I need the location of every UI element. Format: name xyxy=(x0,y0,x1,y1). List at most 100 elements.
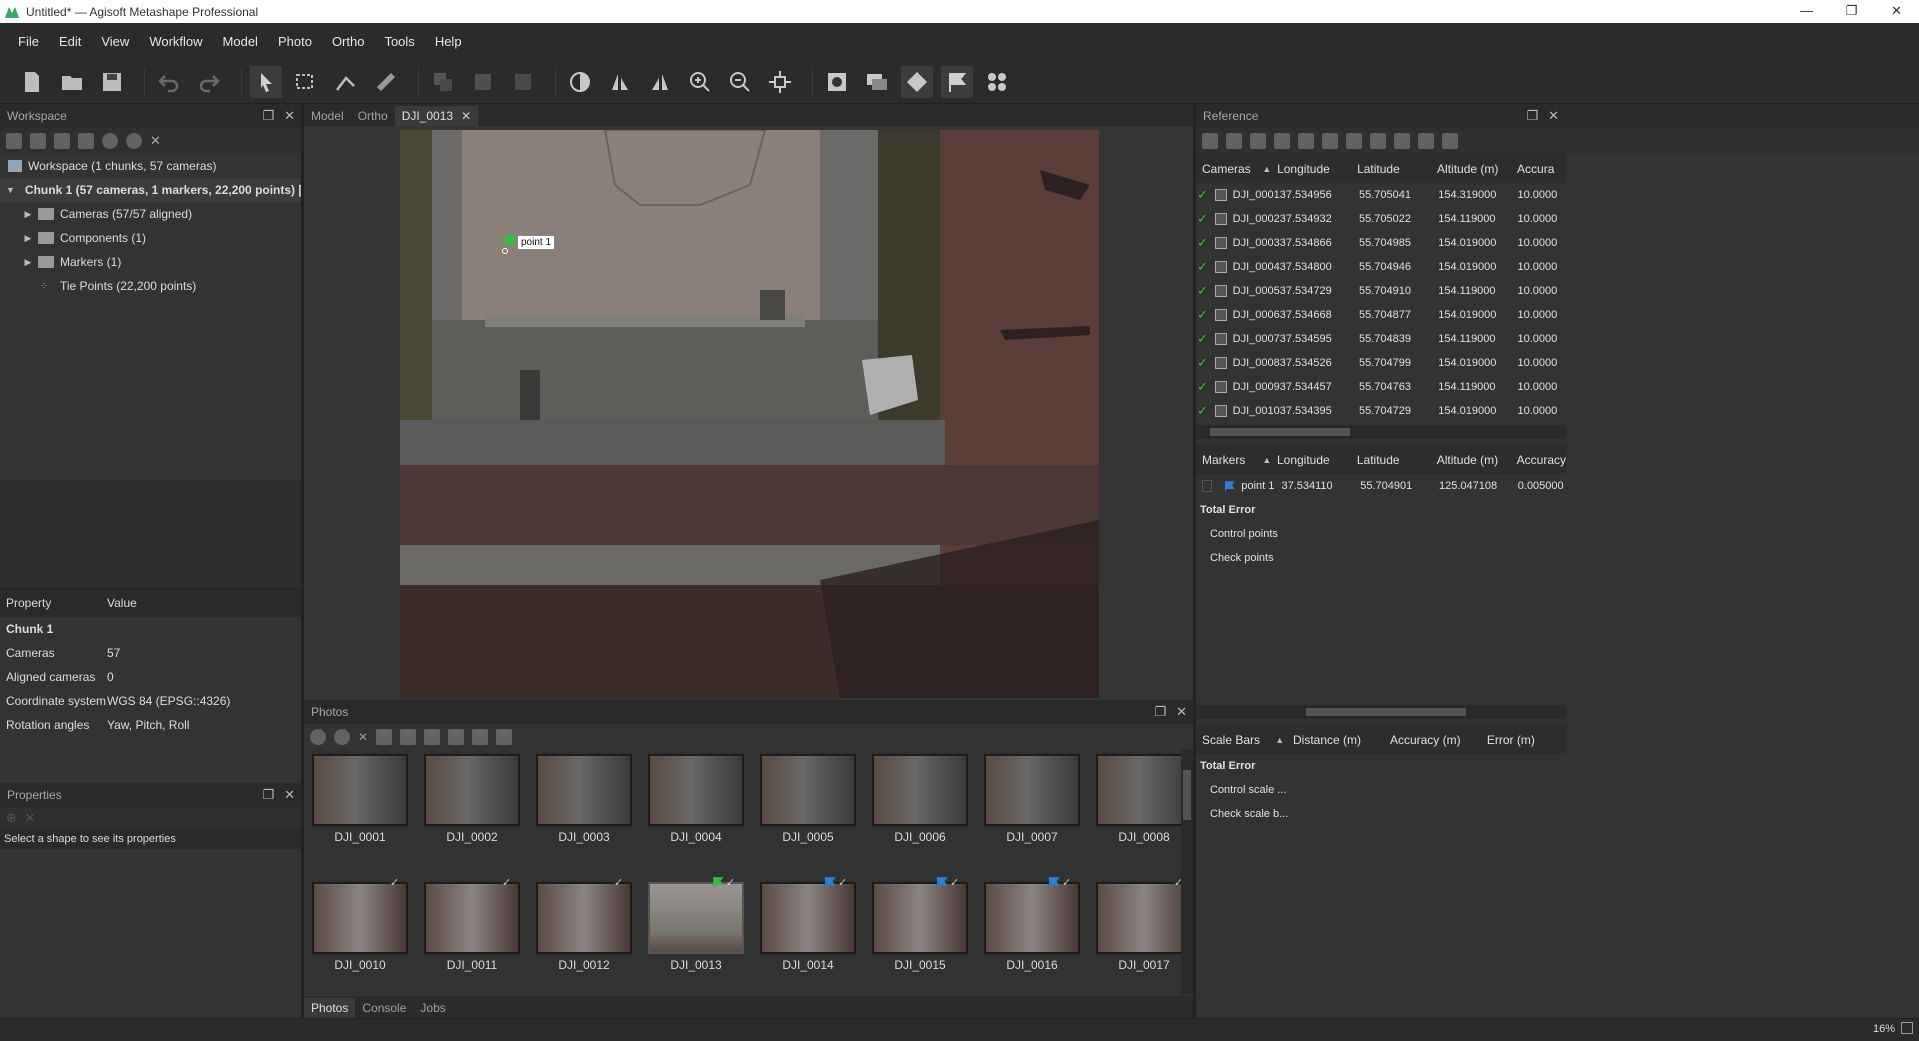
photo-thumbnail[interactable] xyxy=(760,754,856,826)
show-tie-points-icon[interactable] xyxy=(901,65,933,98)
reference-settings-icon[interactable] xyxy=(1442,133,1458,149)
show-shapes-icon[interactable] xyxy=(861,66,893,98)
view-variance-icon[interactable] xyxy=(1418,133,1434,149)
close-panel-icon[interactable]: ✕ xyxy=(1548,108,1559,124)
camera-row[interactable]: ✓ DJI_0002 37.534932 55.705022 154.119000 10.… xyxy=(1196,207,1566,231)
photo-thumbnail[interactable] xyxy=(648,882,744,954)
check-icon[interactable]: ✓ xyxy=(1196,355,1209,371)
camera-row[interactable]: ✓ DJI_0007 37.534595 55.704839 154.119000 10.… xyxy=(1196,327,1566,351)
rectangle-selection-icon[interactable] xyxy=(290,66,322,98)
menu-view[interactable]: View xyxy=(91,34,139,49)
col-latitude[interactable]: Latitude xyxy=(1357,162,1437,176)
camera-row[interactable]: ✓ DJI_0004 37.534800 55.704946 154.019000 10.… xyxy=(1196,255,1566,279)
photo-thumbnail[interactable] xyxy=(872,882,968,954)
redo-icon[interactable] xyxy=(193,66,225,98)
check-icon[interactable]: ✓ xyxy=(1196,379,1209,395)
col-distance[interactable]: Distance (m) xyxy=(1293,733,1390,747)
convert-reference-icon[interactable] xyxy=(1274,133,1290,149)
menu-ortho[interactable]: Ortho xyxy=(322,34,375,49)
menu-edit[interactable]: Edit xyxy=(49,34,91,49)
marker-row[interactable]: point 1 37.534110 55.704901 125.047108 0… xyxy=(1196,474,1566,498)
photo-thumbnail[interactable] xyxy=(424,882,520,954)
check-icon[interactable]: ✓ xyxy=(1196,259,1209,275)
enable-camera-icon[interactable] xyxy=(310,729,326,745)
thumbnail-size-icon[interactable] xyxy=(496,729,513,745)
tab-model[interactable]: Model xyxy=(304,106,351,126)
float-panel-icon[interactable]: ❐ xyxy=(1154,704,1166,720)
rotate-right-icon[interactable] xyxy=(644,66,676,98)
masks-icon[interactable] xyxy=(448,729,465,745)
close-tab-icon[interactable]: ✕ xyxy=(461,109,471,123)
tree-workspace-root[interactable]: Workspace (1 chunks, 57 cameras) xyxy=(0,154,301,178)
show-masks-icon[interactable] xyxy=(821,66,853,98)
menu-file[interactable]: File xyxy=(8,34,49,49)
check-icon[interactable]: ✓ xyxy=(1196,307,1209,323)
cameras-hscrollbar[interactable] xyxy=(1196,425,1566,439)
photo-thumbnail[interactable] xyxy=(424,754,520,826)
remove-shape-icon[interactable]: ✕ xyxy=(25,811,35,825)
delete-selection-icon[interactable] xyxy=(427,66,459,98)
photos-scrollbar-thumb[interactable] xyxy=(1183,770,1191,820)
disable-icon[interactable] xyxy=(126,133,142,149)
rotate-left-icon[interactable] xyxy=(376,729,393,745)
col-accuracy[interactable]: Accura xyxy=(1517,162,1566,176)
check-icon[interactable]: ✓ xyxy=(1196,403,1209,419)
open-folder-icon[interactable] xyxy=(56,66,88,98)
tab-ortho[interactable]: Ortho xyxy=(351,106,395,126)
navigation-arrow-icon[interactable] xyxy=(250,65,282,98)
sort-asc-icon[interactable]: ▲ xyxy=(1262,455,1277,465)
marker-checkbox[interactable] xyxy=(1202,480,1213,492)
markers-hscrollbar[interactable] xyxy=(1196,705,1566,719)
invert-selection-icon[interactable] xyxy=(507,66,539,98)
photo-thumbnail[interactable] xyxy=(312,882,408,954)
sort-asc-icon[interactable]: ▲ xyxy=(1275,735,1293,745)
tab-photos[interactable]: Photos xyxy=(304,998,356,1018)
menu-photo[interactable]: Photo xyxy=(268,34,322,49)
photo-thumbnail[interactable] xyxy=(1096,754,1192,826)
fit-view-icon[interactable] xyxy=(1901,1022,1913,1034)
undo-icon[interactable] xyxy=(153,66,185,98)
float-panel-icon[interactable]: ❐ xyxy=(1526,108,1538,124)
col-accuracy[interactable]: Accuracy xyxy=(1517,453,1566,467)
col-altitude[interactable]: Altitude (m) xyxy=(1437,453,1517,467)
close-window-button[interactable]: ✕ xyxy=(1874,0,1919,23)
col-latitude[interactable]: Latitude xyxy=(1357,453,1437,467)
brightness-contrast-icon[interactable] xyxy=(564,66,596,98)
camera-row[interactable]: ✓ DJI_0009 37.534457 55.704763 154.119000 10.… xyxy=(1196,375,1566,399)
float-panel-icon[interactable]: ❐ xyxy=(262,108,274,124)
photo-thumbnail[interactable] xyxy=(984,882,1080,954)
photo-thumbnail[interactable] xyxy=(312,754,408,826)
remove-camera-icon[interactable]: ✕ xyxy=(358,730,368,744)
photo-thumbnail[interactable] xyxy=(536,754,632,826)
add-shape-icon[interactable]: ⊕ xyxy=(6,810,17,826)
camera-row[interactable]: ✓ DJI_0003 37.534866 55.704985 154.019000 10.… xyxy=(1196,231,1566,255)
disable-camera-icon[interactable] xyxy=(334,729,350,745)
photo-thumbnail[interactable] xyxy=(536,882,632,954)
tab-dji-0013[interactable]: DJI_0013 ✕ xyxy=(394,106,479,126)
check-icon[interactable]: ✓ xyxy=(1196,283,1209,299)
camera-row[interactable]: ✓ DJI_0006 37.534668 55.704877 154.019000 10.… xyxy=(1196,303,1566,327)
camera-row[interactable]: ✓ DJI_0008 37.534526 55.704799 154.019000 10.… xyxy=(1196,351,1566,375)
photo-thumbnail[interactable] xyxy=(648,754,744,826)
close-panel-icon[interactable]: ✕ xyxy=(284,108,295,124)
enable-icon[interactable] xyxy=(102,133,118,149)
save-icon[interactable] xyxy=(96,66,128,98)
add-photos-icon[interactable] xyxy=(30,133,46,149)
photo-thumbnail[interactable] xyxy=(760,882,856,954)
minimize-button[interactable]: — xyxy=(1784,0,1829,23)
menu-model[interactable]: Model xyxy=(213,34,268,49)
camera-row[interactable]: ✓ DJI_0010 37.534395 55.704729 154.019000 10.… xyxy=(1196,399,1566,423)
camera-row[interactable]: ✓ DJI_0001 37.534956 55.705041 154.319000 10.… xyxy=(1196,183,1566,207)
check-icon[interactable]: ✓ xyxy=(1196,187,1209,203)
filter-icon[interactable] xyxy=(424,729,441,745)
photo-thumbnail[interactable] xyxy=(872,754,968,826)
crop-selection-icon[interactable] xyxy=(467,66,499,98)
rotate-left-icon[interactable] xyxy=(604,66,636,98)
draw-polyline-icon[interactable] xyxy=(330,66,362,98)
float-panel-icon[interactable]: ❐ xyxy=(262,787,274,803)
zoom-out-icon[interactable] xyxy=(724,66,756,98)
clear-reference-icon[interactable] xyxy=(1250,133,1266,149)
export-reference-icon[interactable] xyxy=(1226,133,1242,149)
menu-tools[interactable]: Tools xyxy=(374,34,424,49)
new-document-icon[interactable] xyxy=(16,66,48,98)
